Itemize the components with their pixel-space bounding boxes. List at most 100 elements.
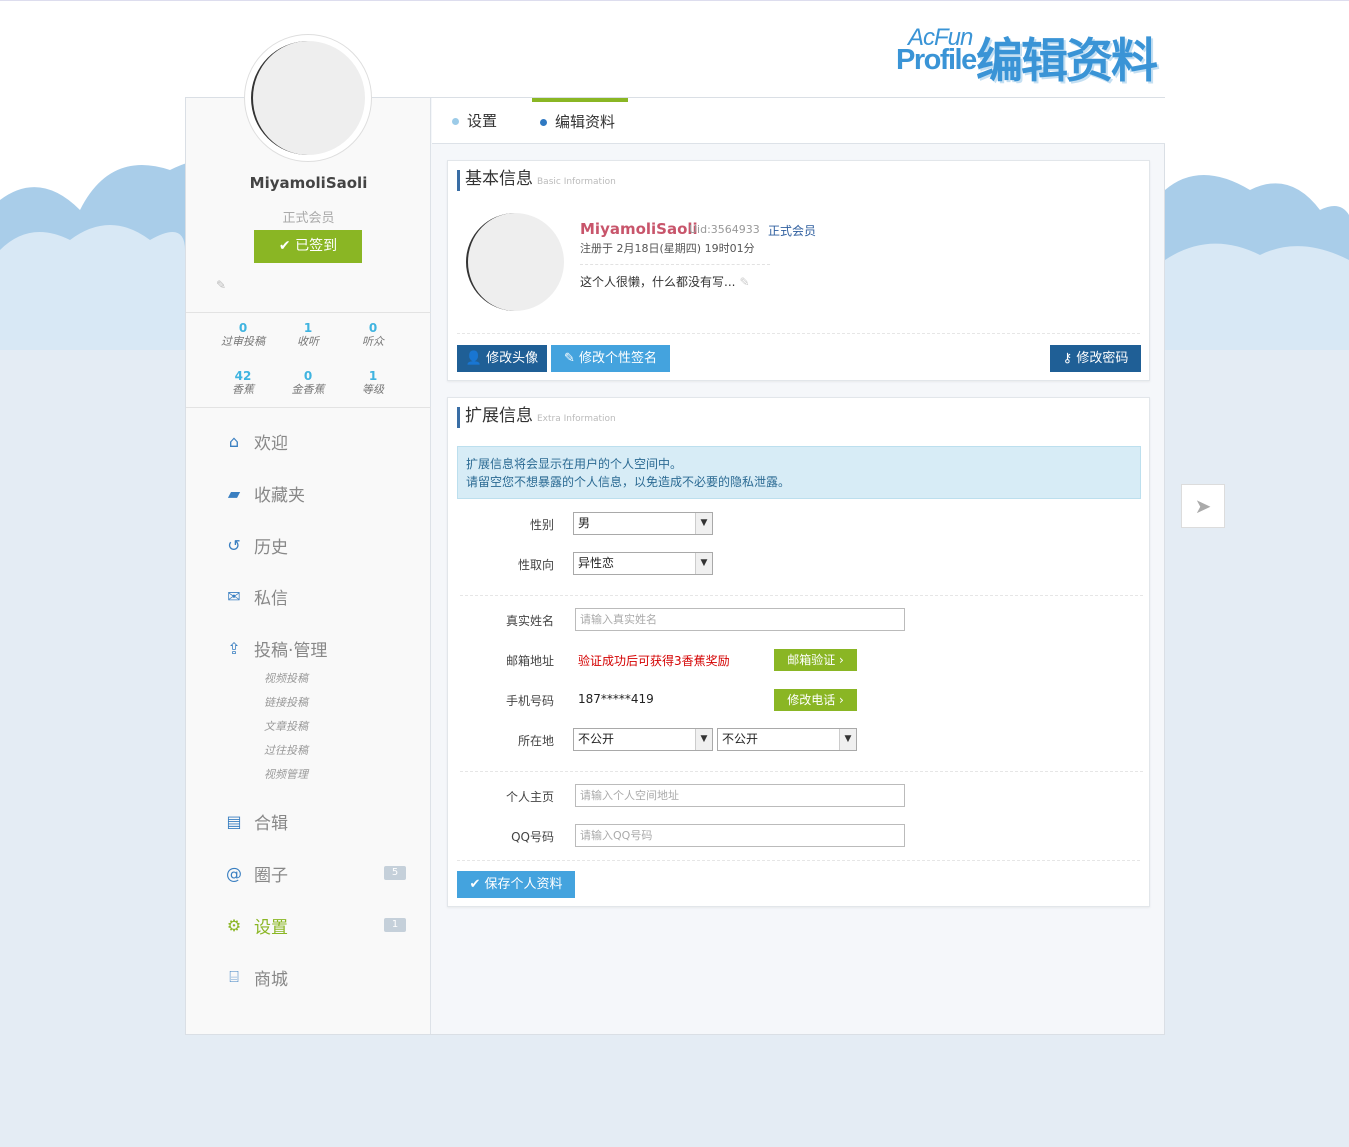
stat-followers[interactable]: 0 听众 xyxy=(338,321,408,349)
notice-line-2: 请留空您不想暴露的个人信息，以免造成不必要的隐私泄露。 xyxy=(466,475,791,489)
nav-label: 私信 xyxy=(254,588,288,609)
check-circle-icon: ✔ xyxy=(469,877,481,892)
chevron-down-icon: ▼ xyxy=(695,553,712,574)
nav-item-favorites[interactable]: ▰ 收藏夹 xyxy=(224,478,305,508)
sidebar: MiyamoliSaoli 正式会员 ✔ 已签到 ✎ 0 过审投稿 1 收听 0… xyxy=(186,98,431,1034)
nav-label: 圈子 xyxy=(254,865,288,886)
homepage-input[interactable]: 请输入个人空间地址 xyxy=(575,784,905,807)
avatar[interactable] xyxy=(466,213,564,311)
verify-email-button[interactable]: 邮箱验证 › xyxy=(774,649,857,671)
logo-title-cn: 编辑资料 xyxy=(976,34,1158,89)
avatar-image xyxy=(251,41,365,155)
send-feedback-button[interactable]: ➤ xyxy=(1181,484,1225,528)
nav-label: 设置 xyxy=(254,917,288,938)
divider xyxy=(460,595,1143,596)
divider xyxy=(580,264,770,265)
tab-label: 设置 xyxy=(467,112,498,130)
divider xyxy=(457,860,1140,861)
profile-uid: Uid:3564933 xyxy=(689,223,760,236)
location-city-select[interactable]: 不公开 ▼ xyxy=(717,728,857,751)
select-value: 异性恋 xyxy=(578,556,615,570)
sub-nav-link-post[interactable]: 链接投稿 xyxy=(264,694,308,710)
stat-label: 等级 xyxy=(362,383,384,396)
stat-level[interactable]: 1 等级 xyxy=(338,369,408,397)
select-value: 男 xyxy=(578,516,591,530)
folder-open-icon: ▰ xyxy=(227,483,241,503)
envelope-icon: ✉ xyxy=(227,586,241,606)
qq-input[interactable]: 请输入QQ号码 xyxy=(575,824,905,847)
stat-approved-posts[interactable]: 0 过审投稿 xyxy=(208,321,278,349)
sub-nav-past-posts[interactable]: 过往投稿 xyxy=(264,742,308,758)
stat-gold-bananas[interactable]: 0 金香蕉 xyxy=(273,369,343,397)
nav-label: 合辑 xyxy=(254,813,288,834)
orientation-select[interactable]: 异性恋 ▼ xyxy=(573,552,713,575)
sub-nav-article-post[interactable]: 文章投稿 xyxy=(264,718,308,734)
edit-signature-icon[interactable]: ✎ xyxy=(739,275,749,289)
stat-label: 过审投稿 xyxy=(221,335,265,348)
sidebar-avatar[interactable] xyxy=(244,34,372,162)
panel-title-text: 基本信息 xyxy=(465,169,533,189)
homepage-label: 个人主页 xyxy=(505,790,554,804)
panel-title-en: Basic Information xyxy=(537,177,616,187)
save-profile-button[interactable]: ✔ 保存个人资料 xyxy=(457,871,575,898)
select-value: 不公开 xyxy=(578,732,615,746)
nav-label: 收藏夹 xyxy=(254,485,305,506)
panel-title-text: 扩展信息 xyxy=(465,406,533,426)
main-frame: MiyamoliSaoli 正式会员 ✔ 已签到 ✎ 0 过审投稿 1 收听 0… xyxy=(185,97,1165,1035)
notice-line-1: 扩展信息将会显示在用户的个人空间中。 xyxy=(466,457,683,471)
edit-icon[interactable]: ✎ xyxy=(216,278,226,292)
change-phone-button[interactable]: 修改电话 › xyxy=(774,689,857,711)
extra-info-panel: 扩展信息 Extra Information 扩展信息将会显示在用户的个人空间中。… xyxy=(447,397,1150,907)
edit-icon: ✎ xyxy=(563,351,575,366)
gender-label: 性别 xyxy=(529,518,554,532)
nav-item-history[interactable]: ↺ 历史 xyxy=(224,530,288,560)
select-value: 不公开 xyxy=(722,732,759,746)
tab-settings[interactable]: 设置 xyxy=(452,98,497,144)
phone-value: 187*****419 xyxy=(578,692,654,706)
dot-icon xyxy=(540,119,547,126)
nav-label: 欢迎 xyxy=(254,433,288,454)
nav-item-shop[interactable]: ⌸ 商城 xyxy=(224,962,288,992)
profile-member-type: 正式会员 xyxy=(768,224,817,238)
stat-label: 听众 xyxy=(362,335,384,348)
gift-icon: ⌸ xyxy=(229,967,239,986)
stat-bananas[interactable]: 42 香蕉 xyxy=(208,369,278,397)
stat-value: 1 xyxy=(303,321,313,335)
nav-item-welcome[interactable]: ⌂ 欢迎 xyxy=(224,426,288,456)
check-circle-icon: ✔ xyxy=(278,238,291,254)
gender-select[interactable]: 男 ▼ xyxy=(573,512,713,535)
location-province-select[interactable]: 不公开 ▼ xyxy=(573,728,713,751)
nav-item-messages[interactable]: ✉ 私信 xyxy=(224,581,288,611)
sidebar-user-role: 正式会员 xyxy=(282,211,335,226)
realname-input[interactable]: 请输入真实姓名 xyxy=(575,608,905,631)
nav-label: 投稿·管理 xyxy=(254,640,328,661)
phone-label: 手机号码 xyxy=(505,694,554,708)
at-icon: @ xyxy=(226,863,242,883)
stat-value: 42 xyxy=(234,369,252,383)
button-label: 修改头像 xyxy=(486,351,539,366)
stat-label: 收听 xyxy=(297,335,319,348)
change-password-button[interactable]: ⚷ 修改密码 xyxy=(1050,345,1141,372)
profile-registered: 注册于 2月18日(星期四) 19时01分 xyxy=(580,242,755,255)
history-icon: ↺ xyxy=(227,535,241,555)
sidebar-username[interactable]: MiyamoliSaoli xyxy=(186,174,431,192)
tab-edit-profile[interactable]: 编辑资料 xyxy=(532,98,628,144)
nav-item-settings[interactable]: ⚙ 设置 xyxy=(224,910,288,940)
button-label: 保存个人资料 xyxy=(484,877,563,892)
change-signature-button[interactable]: ✎ 修改个性签名 xyxy=(551,345,670,372)
signed-in-button[interactable]: ✔ 已签到 xyxy=(254,230,362,263)
nav-item-collections[interactable]: ▤ 合辑 xyxy=(224,806,288,836)
sub-nav-video-post[interactable]: 视频投稿 xyxy=(264,670,308,686)
email-hint: 验证成功后可获得3香蕉奖励 xyxy=(578,654,730,668)
stat-label: 香蕉 xyxy=(232,383,254,396)
location-label: 所在地 xyxy=(517,734,554,748)
nav-item-circles[interactable]: @ 圈子 xyxy=(224,858,288,888)
realname-label: 真实姓名 xyxy=(505,614,554,628)
nav-item-submissions[interactable]: ⇪ 投稿·管理 xyxy=(224,633,327,663)
change-avatar-button[interactable]: 👤 修改头像 xyxy=(457,345,547,372)
stat-following[interactable]: 1 收听 xyxy=(273,321,343,349)
divider xyxy=(457,333,1140,334)
chevron-down-icon: ▼ xyxy=(839,729,856,750)
sub-nav-video-manage[interactable]: 视频管理 xyxy=(264,766,308,782)
home-icon: ⌂ xyxy=(228,431,240,451)
